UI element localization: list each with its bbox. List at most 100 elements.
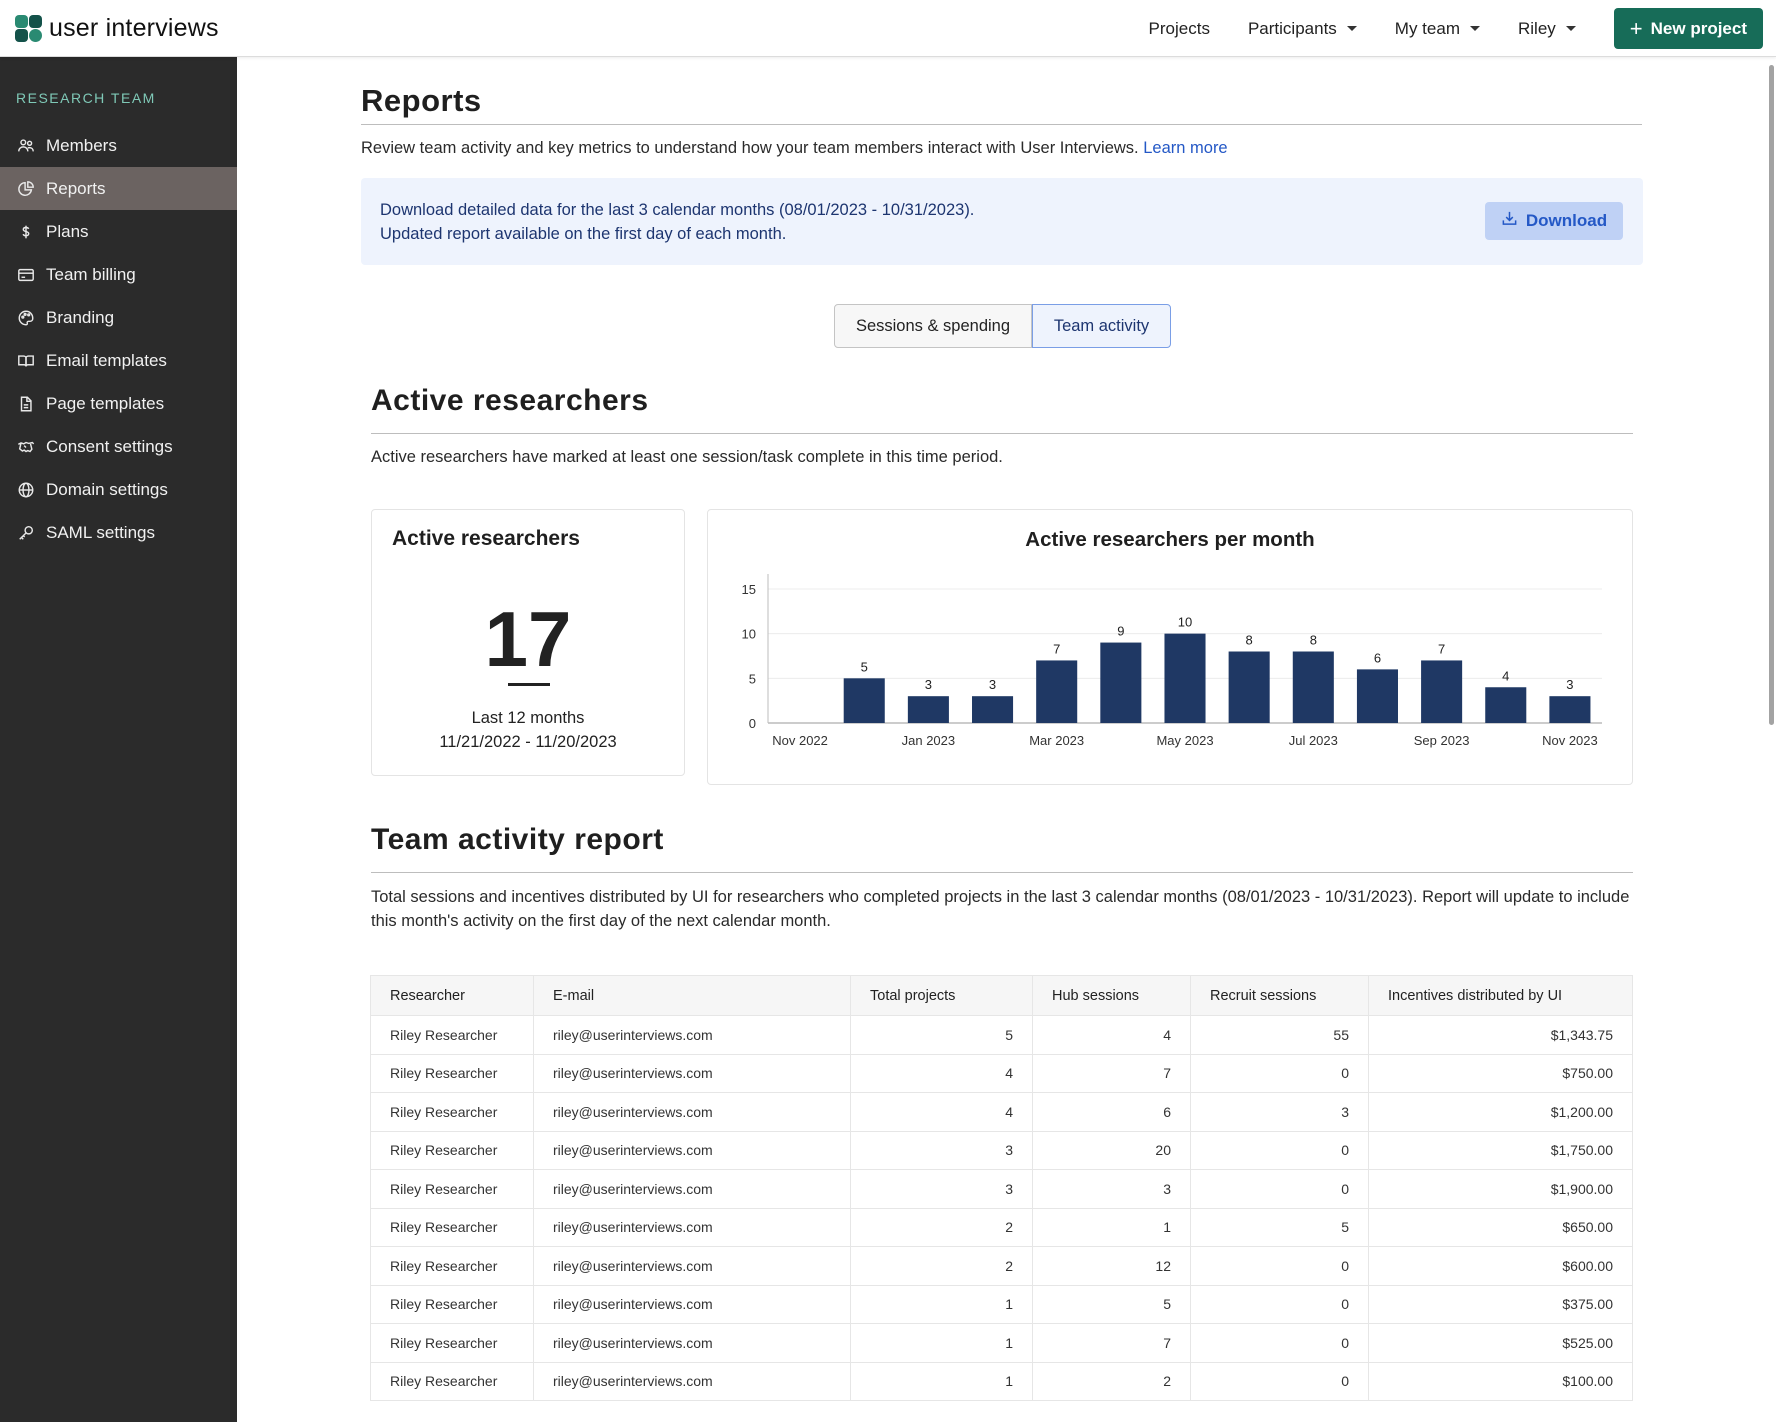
sidebar-item-label: Branding xyxy=(46,307,115,327)
divider xyxy=(371,872,1633,873)
email-cell: riley@userinterviews.com xyxy=(533,1246,851,1286)
hub-sessions-cell: 20 xyxy=(1032,1130,1191,1170)
column-header-total-projects[interactable]: Total projects xyxy=(850,975,1033,1016)
email-cell: riley@userinterviews.com xyxy=(533,1323,851,1363)
nav-user-menu[interactable]: Riley xyxy=(1518,19,1576,39)
bar[interactable] xyxy=(1100,642,1142,723)
recruit-sessions-cell: 0 xyxy=(1190,1053,1369,1093)
sidebar-item-consent-settings[interactable]: Consent settings xyxy=(0,425,237,468)
bar[interactable] xyxy=(1036,660,1078,723)
active-researchers-bar-chart: Active researchers per month 0 5 10 15 5 3 3 7… xyxy=(742,528,1602,748)
x-tick-label: Nov 2023 xyxy=(1542,733,1598,748)
hub-sessions-cell: 3 xyxy=(1032,1169,1191,1209)
column-header-recruit-sessions[interactable]: Recruit sessions xyxy=(1190,975,1369,1016)
hub-sessions-cell: 5 xyxy=(1032,1284,1191,1324)
email-cell: riley@userinterviews.com xyxy=(533,1207,851,1247)
sidebar-item-email-templates[interactable]: Email templates xyxy=(0,339,237,382)
download-label: Download xyxy=(1525,211,1608,230)
column-header-hub-sessions[interactable]: Hub sessions xyxy=(1032,975,1191,1016)
palette-icon xyxy=(16,308,36,328)
researcher-cell: Riley Researcher xyxy=(370,1246,534,1286)
chart-card: Active researchers per month 0 5 10 15 5 3 3 7… xyxy=(707,509,1633,785)
bar[interactable] xyxy=(1228,651,1270,724)
hub-sessions-cell: 7 xyxy=(1032,1053,1191,1093)
y-tick-label: 0 xyxy=(749,716,756,731)
scrollbar-thumb[interactable] xyxy=(1769,65,1774,725)
page-intro: Review team activity and key metrics to … xyxy=(361,139,1228,158)
data-label: 7 xyxy=(1053,641,1060,656)
x-tick-label: Sep 2023 xyxy=(1414,733,1470,748)
data-label: 6 xyxy=(1374,650,1381,665)
column-header-email[interactable]: E-mail xyxy=(533,975,851,1016)
tab-sessions-spending[interactable]: Sessions & spending xyxy=(834,304,1032,348)
download-banner: Download detailed data for the last 3 ca… xyxy=(361,178,1643,265)
email-cell: riley@userinterviews.com xyxy=(533,1130,851,1170)
incentives-cell: $1,750.00 xyxy=(1368,1130,1633,1170)
data-label: 5 xyxy=(861,659,868,674)
x-tick-label: Nov 2022 xyxy=(772,733,828,748)
sidebar-item-plans[interactable]: Plans xyxy=(0,210,237,253)
bar[interactable] xyxy=(1421,660,1463,723)
incentives-cell: $1,343.75 xyxy=(1368,1015,1633,1055)
column-header-researcher[interactable]: Researcher xyxy=(370,975,534,1016)
total-projects-cell: 1 xyxy=(850,1284,1033,1324)
nav-user-label: Riley xyxy=(1517,18,1556,38)
hub-sessions-cell: 1 xyxy=(1032,1207,1191,1247)
download-button[interactable]: Download xyxy=(1485,202,1623,240)
bar[interactable] xyxy=(843,678,885,723)
recruit-sessions-cell: 5 xyxy=(1190,1207,1369,1247)
column-header-incentives[interactable]: Incentives distributed by UI xyxy=(1368,975,1633,1016)
sidebar-item-page-templates[interactable]: Page templates xyxy=(0,382,237,425)
active-researchers-card: Active researchers 17 Last 12 months 11/… xyxy=(371,509,685,776)
banner-line-2: Updated report available on the first da… xyxy=(380,225,787,243)
total-projects-cell: 3 xyxy=(850,1130,1033,1170)
new-project-button[interactable]: + New project xyxy=(1613,8,1763,49)
sidebar-item-branding[interactable]: Branding xyxy=(0,296,237,339)
bar[interactable] xyxy=(972,696,1014,723)
bar[interactable] xyxy=(1356,669,1398,723)
sidebar-item-domain-settings[interactable]: Domain settings xyxy=(0,468,237,511)
tab-team-activity[interactable]: Team activity xyxy=(1032,304,1171,348)
data-label: 10 xyxy=(1178,615,1192,630)
nav-my-team[interactable]: My team xyxy=(1395,19,1480,39)
data-label: 3 xyxy=(1566,677,1573,692)
active-researchers-heading: Active researchers xyxy=(371,384,649,417)
sidebar-item-saml-settings[interactable]: SAML settings xyxy=(0,511,237,554)
table-row: Riley Researcher riley@userinterviews.com… xyxy=(370,1053,1633,1093)
page-scrollbar[interactable] xyxy=(1766,57,1776,737)
nav-projects[interactable]: Projects xyxy=(1149,19,1210,39)
banner-text: Download detailed data for the last 3 ca… xyxy=(380,198,974,246)
table-row: Riley Researcher riley@userinterviews.com… xyxy=(370,1169,1633,1209)
divider xyxy=(371,433,1633,434)
team-activity-table: Researcher E-mail Total projects Hub ses… xyxy=(370,975,1633,1401)
researcher-cell: Riley Researcher xyxy=(370,1207,534,1247)
logo[interactable]: user interviews xyxy=(15,14,219,43)
bar[interactable] xyxy=(1549,696,1591,723)
learn-more-link[interactable]: Learn more xyxy=(1143,139,1227,157)
chart-title: Active researchers per month xyxy=(1025,528,1314,551)
email-cell: riley@userinterviews.com xyxy=(533,1053,851,1093)
divider xyxy=(361,124,1642,125)
sidebar-item-label: Page templates xyxy=(46,393,165,413)
sidebar-item-team-billing[interactable]: Team billing xyxy=(0,253,237,296)
data-label: 4 xyxy=(1502,668,1509,683)
recruit-sessions-cell: 0 xyxy=(1190,1169,1369,1209)
bar[interactable] xyxy=(1485,687,1527,723)
data-label: 8 xyxy=(1310,633,1317,648)
x-tick-label: Jan 2023 xyxy=(902,733,956,748)
period-range: 11/21/2022 - 11/20/2023 xyxy=(439,733,617,751)
sidebar-item-members[interactable]: Members xyxy=(0,124,237,167)
bar[interactable] xyxy=(1292,651,1334,724)
bar[interactable] xyxy=(907,696,949,723)
nav-participants[interactable]: Participants xyxy=(1248,19,1357,39)
recruit-sessions-cell: 0 xyxy=(1190,1361,1369,1401)
active-researchers-description: Active researchers have marked at least … xyxy=(371,448,1003,466)
sidebar-item-label: Plans xyxy=(46,221,89,241)
total-projects-cell: 1 xyxy=(850,1361,1033,1401)
email-cell: riley@userinterviews.com xyxy=(533,1284,851,1324)
researcher-cell: Riley Researcher xyxy=(370,1092,534,1132)
researcher-cell: Riley Researcher xyxy=(370,1361,534,1401)
sidebar-item-reports[interactable]: Reports xyxy=(0,167,237,210)
bar[interactable] xyxy=(1164,633,1206,723)
card-title: Active researchers xyxy=(392,527,580,550)
